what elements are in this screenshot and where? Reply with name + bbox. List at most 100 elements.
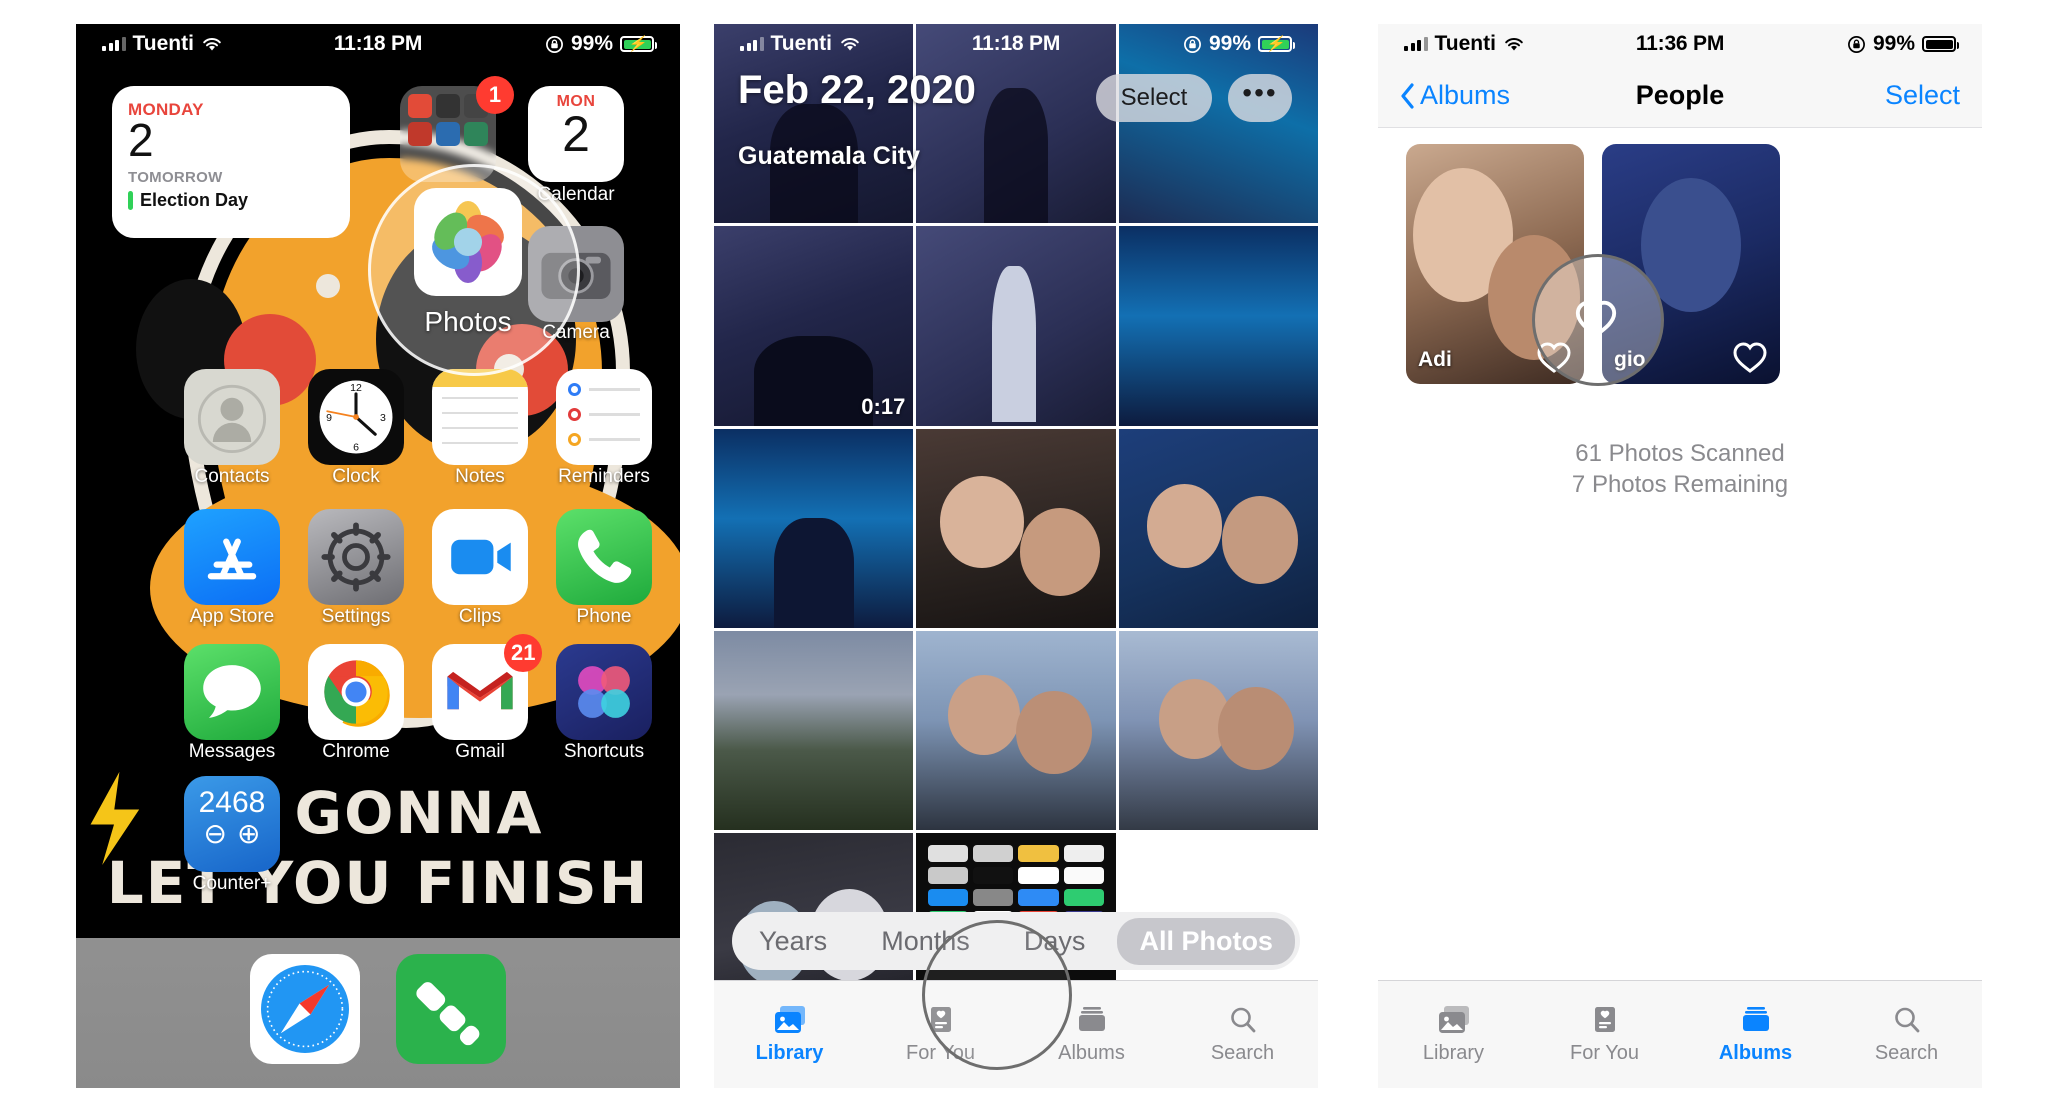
safari-compass-icon [261, 965, 349, 1053]
tab-search[interactable]: Search [1831, 981, 1982, 1088]
lightning-bolt-decoration [85, 764, 145, 874]
svg-text:6: 6 [353, 442, 359, 454]
segment-all-photos[interactable]: All Photos [1117, 917, 1295, 965]
photo-cell-video[interactable]: 0:17 [714, 226, 914, 426]
photo-cell[interactable] [1118, 428, 1318, 628]
heart-outline-icon-highlighted[interactable] [1574, 299, 1618, 339]
navigation-bar: Albums People Select [1378, 64, 1982, 128]
app-icon-reminders[interactable] [556, 369, 652, 465]
app-label-clock: Clock [332, 466, 380, 487]
photo-cell[interactable] [916, 428, 1116, 628]
folder-badge: 1 [476, 76, 514, 114]
tab-search-label: Search [1210, 1041, 1275, 1064]
photos-flower-icon [432, 200, 504, 284]
dock-icon-feedly[interactable] [396, 954, 506, 1064]
segment-years[interactable]: Years [737, 918, 849, 965]
more-options-button[interactable]: ••• [1228, 74, 1292, 122]
battery-charging-icon: ⚡ [1258, 36, 1296, 52]
app-icon-contacts[interactable] [184, 369, 280, 465]
mini-calendar-day: 2 [562, 106, 590, 162]
app-label-reminders: Reminders [558, 466, 650, 487]
tab-library-label: Library [1422, 1041, 1485, 1064]
page-title: People [1635, 80, 1725, 110]
tab-albums[interactable]: Albums [1680, 981, 1831, 1088]
battery-percent: 99% [1208, 32, 1252, 55]
app-label-gmail: Gmail [455, 741, 505, 762]
status-time: 11:18 PM [333, 32, 423, 55]
carrier-label: Tuenti [132, 32, 194, 55]
dock [76, 938, 680, 1088]
feedly-icon [416, 982, 480, 1046]
app-icon-calendar[interactable]: MON 2 [528, 86, 624, 182]
app-label-shortcuts: Shortcuts [563, 741, 645, 762]
photo-cell[interactable] [916, 226, 1116, 426]
select-button[interactable]: Select [1724, 80, 1960, 111]
dock-icon-safari[interactable] [250, 954, 360, 1064]
person-name: Adi [1418, 348, 1452, 371]
for-you-icon [1594, 1006, 1615, 1032]
chrome-icon [324, 660, 390, 727]
back-button-albums[interactable]: Albums [1400, 80, 1636, 111]
app-icon-clips[interactable] [432, 509, 528, 605]
counter-plus-icon: ⊕ [237, 818, 261, 849]
app-icon-clock[interactable]: 12 3 6 9 [308, 369, 404, 465]
clips-video-icon [451, 539, 511, 575]
gear-icon [321, 522, 391, 592]
app-icon-settings[interactable] [308, 509, 404, 605]
clock-icon: 12 3 6 9 [319, 380, 393, 454]
app-icon-app-store[interactable] [184, 509, 280, 605]
select-button[interactable]: Select [1096, 74, 1212, 122]
counter-minus-icon: ⊖ [203, 818, 227, 849]
photos-library-icon [774, 1005, 805, 1033]
calendar-widget-day: 2 [128, 114, 154, 166]
scan-status-line-1: 61 Photos Scanned [1575, 440, 1785, 467]
app-label-messages: Messages [188, 741, 276, 762]
screenshot-root: M GONNA LET YOU FINISH Tuenti 11:18 PM 9… [0, 0, 2048, 1102]
tab-search[interactable]: Search [1167, 981, 1318, 1088]
photo-cell[interactable] [916, 630, 1116, 831]
tab-albums-label: Albums [1058, 1041, 1125, 1064]
tab-for-you-label: For You [1570, 1041, 1639, 1064]
counter-value: 2468 [198, 786, 266, 819]
phone-2-photos-library: 0:17 Feb 22, 2020 Guatemala City Select … [714, 24, 1318, 1088]
people-list: Adi gio [1378, 144, 1982, 384]
wallpaper-text-line-1: M GONNA [212, 779, 544, 847]
back-button-label: Albums [1420, 80, 1511, 110]
app-label-settings: Settings [321, 606, 391, 627]
app-icon-counter-plus[interactable]: 2468 ⊖ ⊕ [184, 776, 280, 872]
wallpaper-shape [316, 274, 340, 298]
app-icon-phone[interactable] [556, 509, 652, 605]
app-icon-chrome[interactable] [308, 644, 404, 740]
video-duration-label: 0:17 [861, 393, 906, 419]
tab-library-label: Library [755, 1041, 824, 1064]
phone-handset-icon [578, 529, 632, 583]
carrier-label: Tuenti [770, 32, 832, 55]
shortcuts-icon [578, 666, 630, 718]
albums-icon [1078, 1006, 1105, 1031]
app-icon-messages[interactable] [184, 644, 280, 740]
status-bar: Tuenti 11:18 PM 99% ⚡ [714, 24, 1318, 64]
app-icon-notes[interactable] [432, 369, 528, 465]
tab-for-you[interactable]: For You [1529, 981, 1680, 1088]
rotation-lock-icon [546, 35, 563, 53]
rotation-lock-icon [1848, 35, 1865, 53]
calendar-widget-event-label: Election Day [140, 190, 249, 211]
messages-bubble-icon [203, 665, 261, 718]
app-label-app-store: App Store [189, 606, 275, 627]
tab-library[interactable]: Library [1378, 981, 1529, 1088]
app-icon-photos[interactable] [414, 188, 522, 296]
photo-cell[interactable] [1118, 630, 1318, 831]
heart-outline-icon[interactable] [1732, 341, 1768, 374]
battery-full-icon [1922, 36, 1960, 52]
app-store-icon [207, 538, 257, 580]
signal-bars-icon [1404, 37, 1428, 51]
tab-library[interactable]: Library [714, 981, 865, 1088]
photo-cell[interactable] [1118, 226, 1318, 426]
photo-cell[interactable] [714, 630, 914, 831]
app-icon-shortcuts[interactable] [556, 644, 652, 740]
event-color-bar [128, 191, 133, 211]
calendar-widget[interactable]: MONDAY 2 TOMORROW Election Day [112, 86, 350, 238]
app-label-chrome: Chrome [322, 741, 390, 762]
photo-cell[interactable] [714, 428, 914, 628]
wifi-icon [1505, 38, 1523, 51]
